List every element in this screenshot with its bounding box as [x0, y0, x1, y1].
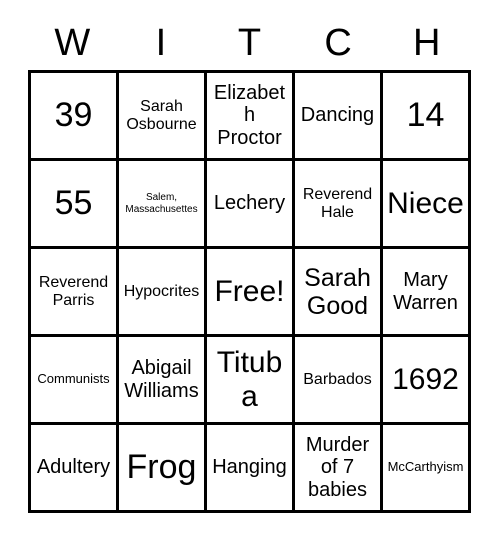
bingo-cell-label: Tituba — [216, 345, 283, 413]
header-letter-2: T — [237, 22, 262, 64]
bingo-cell-label: Communists — [37, 371, 110, 387]
header-letter-1: I — [155, 22, 167, 64]
bingo-cell-r2-c4[interactable]: Mary Warren — [383, 249, 471, 337]
bingo-cell-r2-c1[interactable]: Hypocrites — [119, 249, 207, 337]
bingo-cell-label: 14 — [406, 96, 445, 135]
bingo-grid: 39 Sarah Osbourne Elizabeth Proctor Dancing… — [28, 70, 471, 513]
bingo-cell-label: Elizabeth Proctor — [213, 81, 286, 149]
bingo-cell-r4-c1[interactable]: Frog — [119, 425, 207, 513]
header-letter-4: H — [412, 22, 441, 64]
bingo-cell-r4-c4[interactable]: McCarthyism — [383, 425, 471, 513]
bingo-cell-r1-c3[interactable]: Reverend Hale — [295, 161, 383, 249]
bingo-cell-label: Reverend Hale — [302, 185, 373, 221]
bingo-header-row: W I T C H — [28, 20, 471, 66]
bingo-cell-r3-c4[interactable]: 1692 — [383, 337, 471, 425]
bingo-cell-r0-c2[interactable]: Elizabeth Proctor — [207, 73, 295, 161]
bingo-cell-label: Lechery — [213, 192, 286, 215]
bingo-cell-label: McCarthyism — [387, 459, 464, 475]
bingo-cell-r2-c0[interactable]: Reverend Parris — [31, 249, 119, 337]
bingo-cell-r3-c1[interactable]: Abigail Williams — [119, 337, 207, 425]
bingo-cell-label: Hanging — [212, 456, 287, 479]
bingo-cell-label: Sarah Good — [304, 263, 371, 320]
bingo-cell-label: Salem, Massachusettes — [125, 192, 198, 215]
bingo-cell-r1-c4[interactable]: Niece — [383, 161, 471, 249]
bingo-cell-r4-c3[interactable]: Murder of 7 babies — [295, 425, 383, 513]
bingo-cell-r1-c0[interactable]: 55 — [31, 161, 119, 249]
header-letter-0: W — [54, 22, 91, 64]
bingo-cell-r1-c2[interactable]: Lechery — [207, 161, 295, 249]
bingo-cell-label: Mary Warren — [393, 269, 458, 314]
bingo-cell-label: Niece — [387, 186, 464, 220]
bingo-cell-label: 55 — [54, 184, 93, 223]
bingo-cell-label: Abigail Williams — [124, 357, 199, 402]
bingo-cell-label: Free! — [214, 274, 285, 308]
bingo-cell-r1-c1[interactable]: Salem, Massachusettes — [119, 161, 207, 249]
bingo-cell-r4-c2[interactable]: Hanging — [207, 425, 295, 513]
bingo-cell-r3-c0[interactable]: Communists — [31, 337, 119, 425]
bingo-cell-r3-c3[interactable]: Barbados — [295, 337, 383, 425]
bingo-cell-r0-c1[interactable]: Sarah Osbourne — [119, 73, 207, 161]
bingo-cell-label: Adultery — [36, 456, 111, 479]
bingo-cell-label: Dancing — [300, 104, 375, 127]
header-letter-3: C — [324, 22, 352, 64]
bingo-cell-label: Reverend Parris — [38, 273, 109, 309]
bingo-cell-label: Frog — [126, 448, 197, 487]
bingo-cell-label: Hypocrites — [123, 282, 200, 300]
bingo-cell-label: Murder of 7 babies — [305, 433, 370, 501]
bingo-cell-r0-c0[interactable]: 39 — [31, 73, 119, 161]
bingo-cell-r2-c2[interactable]: Free! — [207, 249, 295, 337]
bingo-cell-label: 1692 — [392, 362, 459, 396]
bingo-cell-r3-c2[interactable]: Tituba — [207, 337, 295, 425]
bingo-cell-label: Sarah Osbourne — [126, 97, 197, 133]
bingo-card: W I T C H 39 Sarah Osbourne Elizabeth Proc… — [0, 0, 501, 544]
bingo-cell-r0-c3[interactable]: Dancing — [295, 73, 383, 161]
bingo-cell-label: 39 — [54, 96, 93, 135]
bingo-cell-r4-c0[interactable]: Adultery — [31, 425, 119, 513]
bingo-cell-r0-c4[interactable]: 14 — [383, 73, 471, 161]
bingo-cell-r2-c3[interactable]: Sarah Good — [295, 249, 383, 337]
bingo-cell-label: Barbados — [303, 370, 372, 388]
